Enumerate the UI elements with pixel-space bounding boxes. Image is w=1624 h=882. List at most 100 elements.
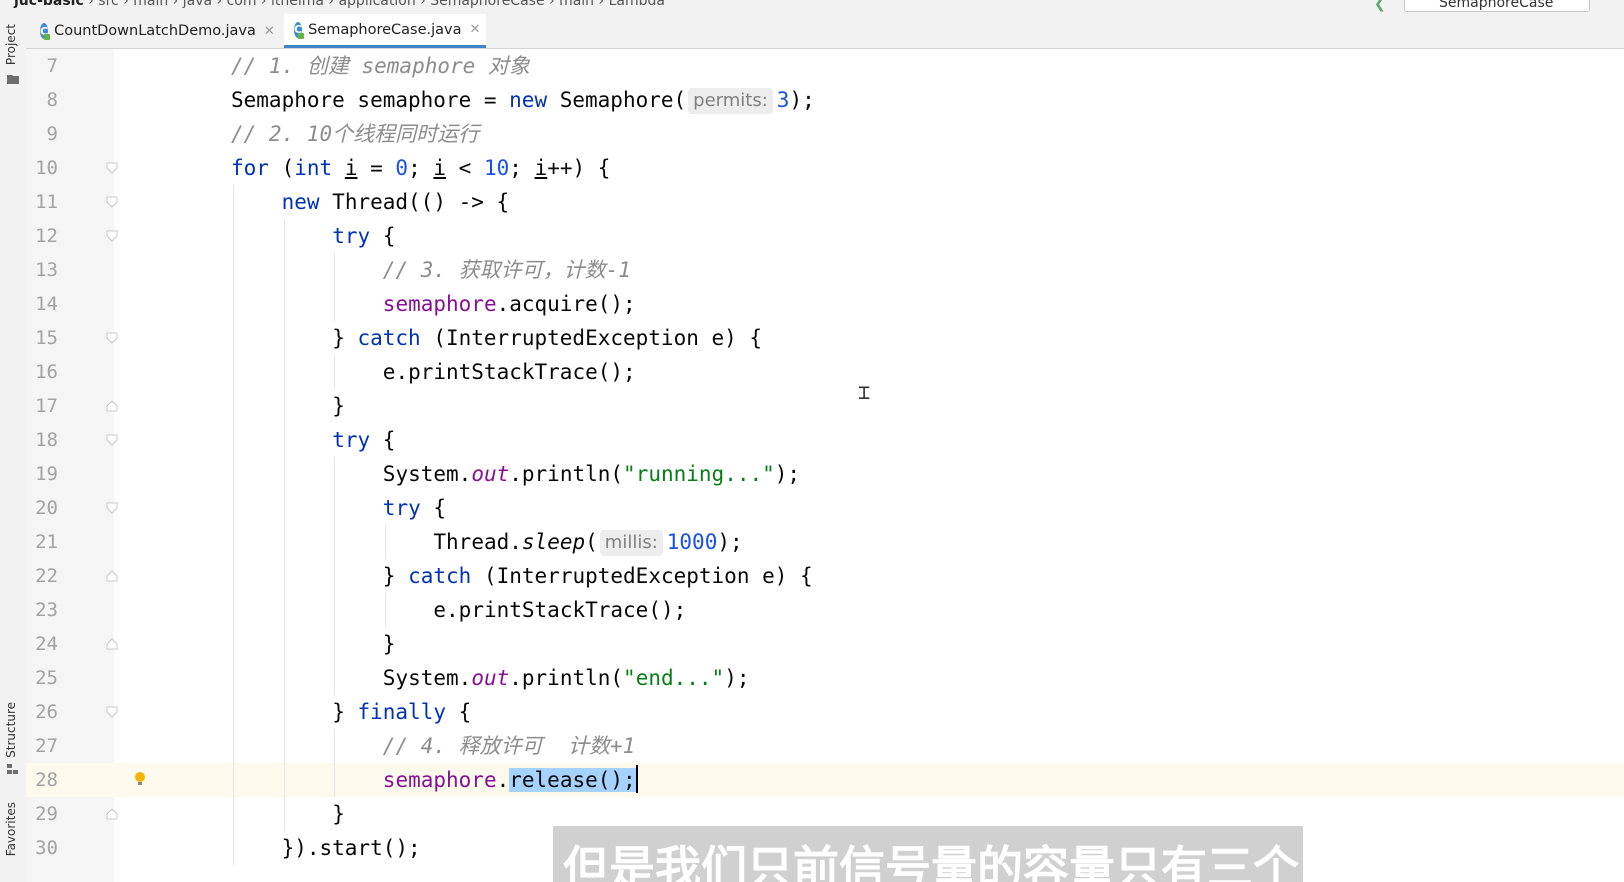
close-icon[interactable]: ✕	[470, 22, 481, 37]
line-number[interactable]: 29	[26, 797, 58, 831]
code-line[interactable]: 14 semaphore.acquire();	[26, 287, 1624, 321]
code-text[interactable]: e.printStackTrace();	[383, 355, 636, 389]
code-line[interactable]: 13 // 3. 获取许可，计数-1	[26, 253, 1624, 287]
code-editor[interactable]: 7 // 1. 创建 semaphore 对象 8 Semaphore semapho…	[26, 49, 1624, 882]
breadcrumb-item[interactable]: main	[133, 0, 168, 9]
fold-marker-icon[interactable]	[106, 808, 118, 820]
code-text[interactable]: }	[332, 797, 345, 831]
code-line[interactable]: 10 for (int i = 0; i < 10; i++) {	[26, 151, 1624, 185]
code-text[interactable]: Semaphore semaphore = new Semaphore(perm…	[231, 83, 815, 117]
fold-marker-icon[interactable]	[106, 230, 118, 242]
code-text[interactable]: // 2. 10个线程同时运行	[231, 117, 479, 151]
code-line[interactable]: 17}	[26, 389, 1624, 423]
fold-marker-icon[interactable]	[106, 196, 118, 208]
fold-marker-icon[interactable]	[106, 162, 118, 174]
line-number[interactable]: 23	[26, 593, 58, 627]
line-number[interactable]: 24	[26, 627, 58, 661]
line-number[interactable]: 17	[26, 389, 58, 423]
code-text[interactable]: e.printStackTrace();	[433, 593, 686, 627]
lightbulb-icon[interactable]	[134, 771, 146, 787]
code-text[interactable]: }	[332, 389, 345, 423]
code-line[interactable]: 21 Thread.sleep(millis: 1000);	[26, 525, 1624, 559]
breadcrumb-project[interactable]: juc-basic	[14, 0, 84, 9]
structure-tool-tab[interactable]: Structure	[4, 702, 18, 758]
code-text[interactable]: } finally {	[332, 695, 471, 729]
line-number[interactable]: 22	[26, 559, 58, 593]
code-text[interactable]: for (int i = 0; i < 10; i++) {	[231, 151, 610, 185]
fold-marker-icon[interactable]	[106, 400, 118, 412]
fold-marker-icon[interactable]	[106, 706, 118, 718]
code-line[interactable]: 7 // 1. 创建 semaphore 对象	[26, 49, 1624, 83]
code-text[interactable]: try {	[383, 491, 446, 525]
code-line[interactable]: 26 } finally {	[26, 695, 1624, 729]
code-line[interactable]: 11 new Thread(() -> {	[26, 185, 1624, 219]
line-number[interactable]: 27	[26, 729, 58, 763]
code-line[interactable]: 8 Semaphore semaphore = new Semaphore(per…	[26, 83, 1624, 117]
line-number[interactable]: 19	[26, 457, 58, 491]
line-number[interactable]: 18	[26, 423, 58, 457]
fold-marker-icon[interactable]	[106, 638, 118, 650]
code-text[interactable]: } catch (InterruptedException e) {	[332, 321, 762, 355]
line-number[interactable]: 28	[26, 763, 58, 797]
breadcrumb-item[interactable]: java	[183, 0, 212, 9]
fold-marker-icon[interactable]	[106, 502, 118, 514]
code-text[interactable]: // 3. 获取许可，计数-1	[383, 253, 631, 287]
breadcrumb-item[interactable]: main	[559, 0, 594, 9]
fold-marker-icon[interactable]	[106, 570, 118, 582]
fold-marker-icon[interactable]	[106, 434, 118, 446]
tab-countdownlatchdemo[interactable]: C CountDownLatchDemo.java ✕	[30, 14, 284, 48]
line-number[interactable]: 21	[26, 525, 58, 559]
code-line[interactable]: 9 // 2. 10个线程同时运行	[26, 117, 1624, 151]
line-number[interactable]: 26	[26, 695, 58, 729]
code-text[interactable]: System.out.println("end...");	[383, 661, 750, 695]
line-number[interactable]: 10	[26, 151, 58, 185]
line-number[interactable]: 25	[26, 661, 58, 695]
code-line[interactable]: 24}	[26, 627, 1624, 661]
code-line[interactable]: 23 e.printStackTrace();	[26, 593, 1624, 627]
code-text[interactable]: } catch (InterruptedException e) {	[383, 559, 813, 593]
line-number[interactable]: 13	[26, 253, 58, 287]
code-line[interactable]: 12 try {	[26, 219, 1624, 253]
line-number[interactable]: 12	[26, 219, 58, 253]
breadcrumb-path[interactable]: › src › main › java › com › itheima › ap…	[88, 0, 665, 9]
code-line[interactable]: 18 try {	[26, 423, 1624, 457]
code-line[interactable]: 20 try {	[26, 491, 1624, 525]
code-line[interactable]: 27 // 4. 释放许可 计数+1	[26, 729, 1624, 763]
breadcrumb-item[interactable]: itheima	[271, 0, 324, 9]
breadcrumb-item[interactable]: src	[98, 0, 118, 9]
code-line[interactable]: 28 semaphore.release();	[26, 763, 1624, 797]
line-number[interactable]: 15	[26, 321, 58, 355]
code-text[interactable]: new Thread(() -> {	[282, 185, 510, 219]
fold-marker-icon[interactable]	[106, 332, 118, 344]
code-text[interactable]: try {	[332, 219, 395, 253]
line-number[interactable]: 30	[26, 831, 58, 865]
code-text[interactable]: semaphore.acquire();	[383, 287, 636, 321]
line-number[interactable]: 11	[26, 185, 58, 219]
run-configuration-selector[interactable]: SemaphoreCase	[1404, 0, 1590, 12]
tab-semaphorecase[interactable]: C SemaphoreCase.java ✕	[284, 14, 486, 48]
line-number[interactable]: 9	[26, 117, 58, 151]
code-line[interactable]: 16 e.printStackTrace();	[26, 355, 1624, 389]
code-line[interactable]: 25 System.out.println("end...");	[26, 661, 1624, 695]
line-number[interactable]: 7	[26, 49, 58, 83]
code-text[interactable]: // 1. 创建 semaphore 对象	[231, 49, 530, 83]
breadcrumb-item[interactable]: com	[227, 0, 257, 9]
back-arrow-icon[interactable]: ❮	[1374, 0, 1386, 12]
code-line[interactable]: 15 } catch (InterruptedException e) {	[26, 321, 1624, 355]
favorites-tool-tab[interactable]: Favorites	[4, 802, 18, 856]
close-icon[interactable]: ✕	[264, 24, 275, 39]
breadcrumb[interactable]: juc-basic › src › main › java › com › it…	[14, 0, 665, 9]
line-number[interactable]: 14	[26, 287, 58, 321]
breadcrumb-item[interactable]: Lambda	[609, 0, 665, 9]
code-text[interactable]: System.out.println("running...");	[383, 457, 800, 491]
code-text[interactable]: }).start();	[282, 831, 421, 865]
code-line[interactable]: 19 System.out.println("running...");	[26, 457, 1624, 491]
code-text[interactable]: }	[383, 627, 396, 661]
line-number[interactable]: 20	[26, 491, 58, 525]
code-line[interactable]: 22 } catch (InterruptedException e) {	[26, 559, 1624, 593]
line-number[interactable]: 8	[26, 83, 58, 117]
code-text[interactable]: semaphore.release();	[383, 763, 638, 797]
structure-icon[interactable]	[7, 764, 19, 774]
folder-icon[interactable]	[7, 74, 19, 84]
project-tool-tab[interactable]: Project	[4, 24, 18, 65]
